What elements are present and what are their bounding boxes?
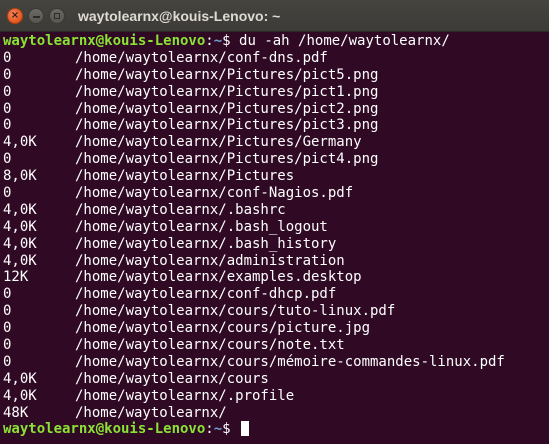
output-path: /home/waytolearnx/.bash_logout xyxy=(75,218,328,235)
output-line: 12K/home/waytolearnx/examples.desktop xyxy=(3,269,549,286)
output-path: /home/waytolearnx/Pictures xyxy=(75,168,295,185)
output-line: 48K/home/waytolearnx/ xyxy=(3,405,549,422)
output-line: 0/home/waytolearnx/Pictures/pict3.png xyxy=(3,117,549,134)
prompt-separator: : xyxy=(205,421,214,438)
output-path: /home/waytolearnx/Pictures/pict3.png xyxy=(75,117,379,134)
output-size: 48K xyxy=(3,404,29,421)
output-path: /home/waytolearnx/conf-dhcp.pdf xyxy=(75,286,337,303)
output-size: 0 xyxy=(3,49,12,66)
output-size: 0 xyxy=(3,286,12,303)
output-path: /home/waytolearnx/cours/picture.jpg xyxy=(75,320,371,337)
output-path: /home/waytolearnx/Pictures/pict2.png xyxy=(75,100,379,117)
output-line: 4,0K/home/waytolearnx/administration xyxy=(3,253,549,270)
output-size: 0 xyxy=(3,83,12,100)
output-path: /home/waytolearnx/Pictures/pict5.png xyxy=(75,66,379,83)
prompt-path: ~ xyxy=(213,421,223,438)
output-line: 0/home/waytolearnx/Pictures/pict2.png xyxy=(3,101,549,118)
output-path: /home/waytolearnx/conf-dns.pdf xyxy=(75,49,328,66)
output-line: 4,0K/home/waytolearnx/.bashrc xyxy=(3,202,549,219)
output-size: 0 xyxy=(3,66,12,83)
output-line: 4,0K/home/waytolearnx/.bash_history xyxy=(3,236,549,253)
close-icon[interactable]: × xyxy=(7,8,23,24)
output-size: 4,0K xyxy=(3,201,37,218)
text-cursor xyxy=(241,421,250,437)
output-path: /home/waytolearnx/ xyxy=(75,404,227,421)
output-path: /home/waytolearnx/.profile xyxy=(75,387,295,404)
prompt-path: ~ xyxy=(213,33,223,49)
command-output: 0/home/waytolearnx/conf-dns.pdf 0/home/wa… xyxy=(3,50,549,422)
title-bar[interactable]: × waytolearnx@kouis-Lenovo: ~ xyxy=(0,0,549,32)
output-path: /home/waytolearnx/Pictures/pict1.png xyxy=(75,83,379,100)
maximize-square xyxy=(54,13,60,19)
output-size: 0 xyxy=(3,151,12,168)
output-size: 4,0K xyxy=(3,252,37,269)
output-path: /home/waytolearnx/administration xyxy=(75,252,345,269)
output-line: 4,0K/home/waytolearnx/Pictures/Germany xyxy=(3,134,549,151)
output-path: /home/waytolearnx/.bash_history xyxy=(75,235,337,252)
output-path: /home/waytolearnx/cours xyxy=(75,370,269,387)
output-line: 0/home/waytolearnx/Pictures/pict5.png xyxy=(3,67,549,84)
output-size: 0 xyxy=(3,337,12,354)
output-line: 0/home/waytolearnx/cours/mémoire-command… xyxy=(3,354,549,371)
terminal-area[interactable]: waytolearnx@kouis-Lenovo:~$ du -ah /home… xyxy=(0,32,549,444)
output-size: 4,0K xyxy=(3,387,37,404)
maximize-icon[interactable] xyxy=(49,8,65,24)
output-size: 8,0K xyxy=(3,168,37,185)
output-path: /home/waytolearnx/Pictures/pict4.png xyxy=(75,151,379,168)
output-path: /home/waytolearnx/cours/note.txt xyxy=(75,337,345,354)
output-size: 0 xyxy=(3,353,12,370)
prompt-symbol: $ xyxy=(222,33,240,49)
output-line: 4,0K/home/waytolearnx/.profile xyxy=(3,388,549,405)
output-size: 0 xyxy=(3,100,12,117)
output-line: 4,0K/home/waytolearnx/cours xyxy=(3,371,549,388)
minimize-bar xyxy=(32,16,40,18)
output-line: 4,0K/home/waytolearnx/.bash_logout xyxy=(3,219,549,236)
output-line: 0/home/waytolearnx/Pictures/pict4.png xyxy=(3,151,549,168)
output-line: 0/home/waytolearnx/Pictures/pict1.png xyxy=(3,84,549,101)
output-line: 0/home/waytolearnx/cours/tuto-linux.pdf xyxy=(3,303,549,320)
prompt-symbol: $ xyxy=(222,421,240,438)
window-title: waytolearnx@kouis-Lenovo: ~ xyxy=(78,8,281,24)
output-size: 0 xyxy=(3,320,12,337)
close-glyph: × xyxy=(10,10,20,21)
prompt-user-host: waytolearnx@kouis-Lenovo xyxy=(3,33,206,49)
output-size: 0 xyxy=(3,117,12,134)
prompt-user-host: waytolearnx@kouis-Lenovo xyxy=(3,421,206,438)
output-line: 0/home/waytolearnx/conf-Nagios.pdf xyxy=(3,185,549,202)
output-path: /home/waytolearnx/examples.desktop xyxy=(75,269,362,286)
command-line: waytolearnx@kouis-Lenovo:~$ du -ah /home… xyxy=(3,33,549,50)
output-line: 8,0K/home/waytolearnx/Pictures xyxy=(3,168,549,185)
current-prompt-line[interactable]: waytolearnx@kouis-Lenovo:~$ xyxy=(3,421,549,438)
output-size: 4,0K xyxy=(3,370,37,387)
output-size: 0 xyxy=(3,303,12,320)
output-size: 12K xyxy=(3,269,29,286)
minimize-icon[interactable] xyxy=(28,8,44,24)
output-size: 4,0K xyxy=(3,235,37,252)
output-path: /home/waytolearnx/.bashrc xyxy=(75,201,286,218)
output-size: 4,0K xyxy=(3,218,37,235)
output-line: 0/home/waytolearnx/cours/note.txt xyxy=(3,337,549,354)
output-path: /home/waytolearnx/conf-Nagios.pdf xyxy=(75,185,354,202)
output-size: 4,0K xyxy=(3,134,37,151)
output-path: /home/waytolearnx/cours/tuto-linux.pdf xyxy=(75,303,396,320)
prompt-separator: : xyxy=(205,33,214,49)
output-size: 0 xyxy=(3,185,12,202)
output-path: /home/waytolearnx/cours/mémoire-commande… xyxy=(75,353,505,370)
terminal-window: × waytolearnx@kouis-Lenovo: ~ waytolearn… xyxy=(0,0,549,444)
output-line: 0/home/waytolearnx/conf-dns.pdf xyxy=(3,50,549,67)
output-line: 0/home/waytolearnx/conf-dhcp.pdf xyxy=(3,286,549,303)
output-line: 0/home/waytolearnx/cours/picture.jpg xyxy=(3,320,549,337)
command-text: du -ah /home/waytolearnx/ xyxy=(239,33,450,49)
output-path: /home/waytolearnx/Pictures/Germany xyxy=(75,134,362,151)
